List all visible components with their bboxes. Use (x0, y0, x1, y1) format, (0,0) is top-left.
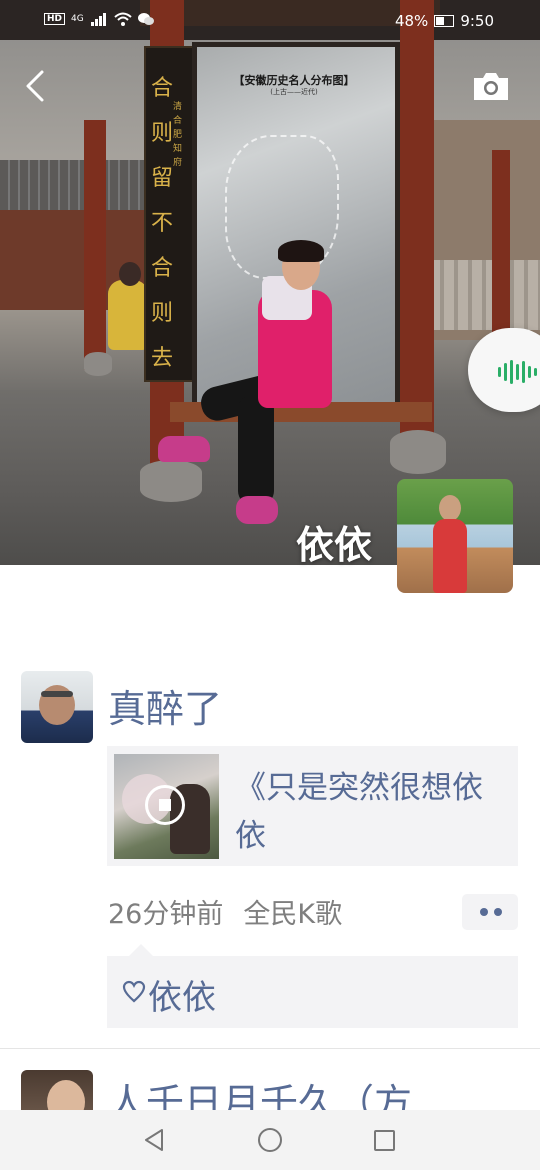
pillar-base (140, 460, 202, 502)
pillar (84, 120, 106, 370)
owner-name[interactable]: 依依 (296, 514, 372, 569)
board-title: 【安徽历史名人分布图】 (233, 74, 355, 87)
avatar-person-head (439, 495, 461, 521)
chevron-left-icon[interactable] (20, 68, 52, 104)
carved-wall (430, 260, 540, 330)
person-leg (238, 395, 274, 505)
camera-icon[interactable] (472, 70, 510, 102)
more-dots-icon[interactable] (462, 894, 518, 930)
building-roof (0, 160, 150, 210)
stop-icon[interactable] (145, 785, 185, 825)
wechat-notification-icon (137, 13, 154, 25)
post-meta: 26分钟前 全民K歌 (108, 892, 342, 931)
pillar (400, 0, 434, 440)
pillar-base (84, 352, 112, 376)
nav-home-icon[interactable] (258, 1128, 282, 1152)
couplet-text: 合则留不合则去 (150, 76, 173, 371)
status-bar: HD 4G 48% 9:50 (0, 0, 540, 40)
heart-icon (122, 980, 146, 1003)
board-subtitle: (上古——近代) (270, 88, 318, 96)
background-person-head (119, 262, 141, 286)
signal-icon (90, 13, 106, 26)
battery-icon (434, 15, 455, 27)
voice-wave-icon (498, 360, 537, 384)
nav-back-icon[interactable] (143, 1128, 165, 1152)
avatar-glasses (41, 691, 73, 697)
couplet-small-text: 清合肥知府 (173, 102, 183, 168)
post-source[interactable]: 全民K歌 (243, 892, 342, 931)
background-person (108, 280, 148, 350)
nav-recent-apps-icon[interactable] (374, 1130, 395, 1151)
person-shoe (158, 436, 210, 462)
like-user-name[interactable]: 依依 (148, 970, 216, 1019)
clock: 9:50 (460, 12, 494, 30)
wifi-icon (114, 12, 132, 26)
network-type: 4G (71, 14, 84, 24)
poster-avatar[interactable] (21, 671, 93, 743)
post-divider (0, 1048, 540, 1049)
owner-avatar[interactable] (397, 479, 513, 593)
person-shoe (236, 496, 278, 524)
avatar-person (433, 519, 467, 593)
poster-name[interactable]: 真醉了 (108, 678, 222, 733)
shared-title: 《只是突然很想依依 (235, 770, 483, 854)
post-time: 26分钟前 (108, 899, 224, 930)
person-hair (278, 240, 324, 262)
hd-icon: HD (44, 13, 66, 25)
battery-percent: 48% (394, 12, 429, 30)
pillar (492, 150, 510, 340)
pillar-base (390, 430, 446, 474)
